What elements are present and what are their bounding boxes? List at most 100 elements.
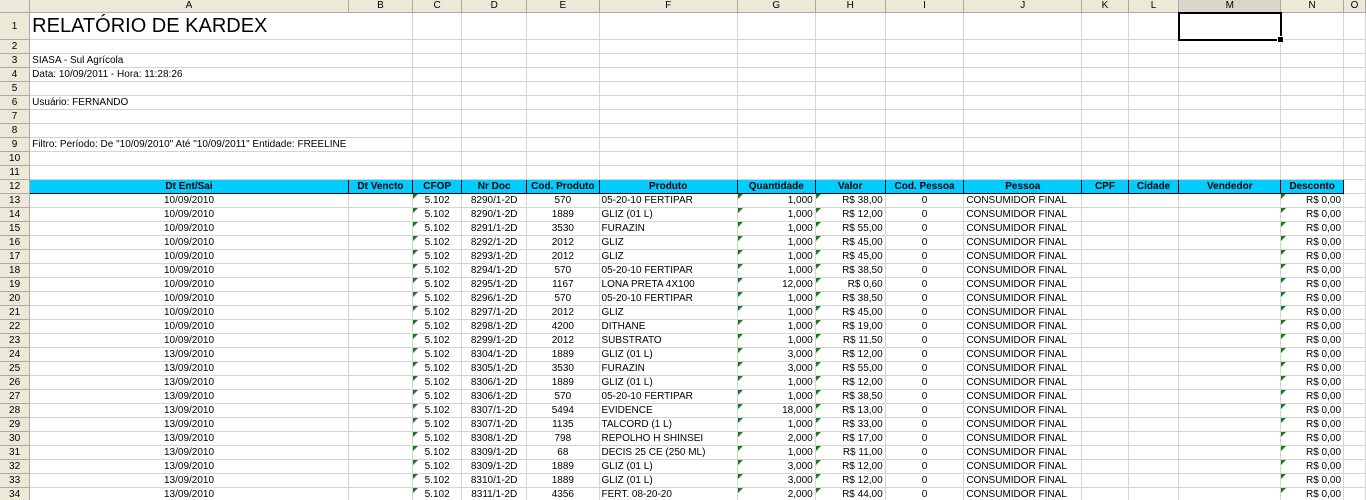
row-header-20[interactable]: 20 bbox=[0, 291, 31, 306]
row-header-19[interactable]: 19 bbox=[0, 277, 31, 292]
table-cell[interactable]: 0 bbox=[885, 361, 965, 376]
table-cell[interactable] bbox=[1081, 431, 1129, 446]
table-cell[interactable]: 13/09/2010 bbox=[29, 459, 349, 474]
empty-cell[interactable] bbox=[963, 123, 1083, 138]
table-cell[interactable]: 1,000 bbox=[737, 417, 816, 432]
empty-cell[interactable] bbox=[737, 137, 816, 152]
empty-cell[interactable] bbox=[963, 39, 1083, 54]
table-cell[interactable] bbox=[1081, 263, 1129, 278]
table-cell[interactable]: 8292/1-2D bbox=[461, 235, 528, 250]
table-cell[interactable]: 1,000 bbox=[737, 291, 816, 306]
table-cell[interactable] bbox=[348, 375, 414, 390]
column-title-quantidade[interactable]: Quantidade bbox=[736, 179, 816, 194]
empty-cell[interactable] bbox=[963, 151, 1083, 166]
column-header-f[interactable]: F bbox=[599, 0, 738, 13]
empty-cell[interactable] bbox=[1343, 12, 1366, 40]
table-cell[interactable]: CONSUMIDOR FINAL bbox=[963, 305, 1083, 320]
empty-cell[interactable] bbox=[737, 53, 816, 68]
table-cell[interactable]: CONSUMIDOR FINAL bbox=[963, 249, 1083, 264]
table-cell[interactable] bbox=[1081, 473, 1129, 488]
table-cell[interactable]: CONSUMIDOR FINAL bbox=[963, 445, 1083, 460]
column-header-o[interactable]: O bbox=[1343, 0, 1366, 13]
table-cell[interactable] bbox=[348, 487, 414, 500]
empty-cell[interactable] bbox=[1343, 333, 1366, 348]
table-cell[interactable] bbox=[1081, 235, 1129, 250]
table-cell[interactable]: 0 bbox=[885, 487, 965, 500]
table-cell[interactable]: 8307/1-2D bbox=[461, 417, 528, 432]
table-cell[interactable]: 10/09/2010 bbox=[29, 235, 349, 250]
row-header-34[interactable]: 34 bbox=[0, 487, 31, 500]
table-cell[interactable]: CONSUMIDOR FINAL bbox=[963, 473, 1083, 488]
table-cell[interactable]: CONSUMIDOR FINAL bbox=[963, 333, 1083, 348]
empty-cell[interactable] bbox=[1081, 109, 1129, 124]
row-header-5[interactable]: 5 bbox=[0, 81, 31, 96]
table-cell[interactable] bbox=[348, 361, 414, 376]
table-cell[interactable]: R$ 0,00 bbox=[1280, 431, 1345, 446]
table-cell[interactable]: 13/09/2010 bbox=[29, 361, 349, 376]
table-cell[interactable] bbox=[1081, 305, 1129, 320]
table-cell[interactable]: R$ 11,50 bbox=[815, 333, 886, 348]
empty-cell[interactable] bbox=[526, 67, 600, 82]
empty-cell[interactable] bbox=[348, 12, 414, 40]
report-title-cell[interactable]: RELATÓRIO DE KARDEX bbox=[29, 12, 349, 40]
table-cell[interactable]: 798 bbox=[526, 431, 600, 446]
table-cell[interactable]: 13/09/2010 bbox=[29, 431, 349, 446]
empty-cell[interactable] bbox=[1343, 123, 1366, 138]
empty-cell[interactable] bbox=[1178, 67, 1282, 82]
table-cell[interactable]: 8309/1-2D bbox=[461, 445, 528, 460]
table-cell[interactable]: FURAZIN bbox=[599, 221, 738, 236]
table-cell[interactable]: 0 bbox=[885, 277, 965, 292]
empty-cell[interactable] bbox=[599, 123, 738, 138]
table-cell[interactable]: 1,000 bbox=[737, 305, 816, 320]
table-cell[interactable]: GLIZ (01 L) bbox=[599, 207, 738, 222]
empty-cell[interactable] bbox=[963, 53, 1083, 68]
table-cell[interactable]: 0 bbox=[885, 333, 965, 348]
empty-cell[interactable] bbox=[1343, 361, 1366, 376]
table-cell[interactable]: 8304/1-2D bbox=[461, 347, 528, 362]
row-header-4[interactable]: 4 bbox=[0, 67, 31, 82]
table-cell[interactable] bbox=[1128, 361, 1180, 376]
table-cell[interactable]: 1,000 bbox=[737, 333, 816, 348]
table-cell[interactable] bbox=[348, 459, 414, 474]
empty-cell[interactable] bbox=[885, 39, 965, 54]
table-cell[interactable]: DECIS 25 CE (250 ML) bbox=[599, 445, 738, 460]
column-title-valor[interactable]: Valor bbox=[814, 179, 886, 194]
table-cell[interactable]: R$ 0,00 bbox=[1280, 333, 1345, 348]
row-header-30[interactable]: 30 bbox=[0, 431, 31, 446]
empty-cell[interactable] bbox=[461, 53, 528, 68]
table-cell[interactable]: 13/09/2010 bbox=[29, 445, 349, 460]
table-cell[interactable]: 10/09/2010 bbox=[29, 221, 349, 236]
empty-cell[interactable] bbox=[815, 123, 886, 138]
empty-cell[interactable] bbox=[963, 137, 1083, 152]
empty-cell[interactable] bbox=[885, 81, 965, 96]
empty-cell[interactable] bbox=[1081, 151, 1129, 166]
empty-cell[interactable] bbox=[815, 12, 886, 40]
table-cell[interactable]: 1,000 bbox=[737, 221, 816, 236]
table-cell[interactable] bbox=[1178, 291, 1282, 306]
table-cell[interactable]: 8290/1-2D bbox=[461, 193, 528, 208]
empty-cell[interactable] bbox=[963, 165, 1083, 180]
empty-cell[interactable] bbox=[1343, 277, 1366, 292]
table-cell[interactable]: R$ 45,00 bbox=[815, 249, 886, 264]
empty-cell[interactable] bbox=[1343, 375, 1366, 390]
table-cell[interactable]: 0 bbox=[885, 445, 965, 460]
empty-cell[interactable] bbox=[737, 151, 816, 166]
empty-cell[interactable] bbox=[1178, 123, 1282, 138]
empty-cell[interactable] bbox=[1343, 347, 1366, 362]
table-cell[interactable]: CONSUMIDOR FINAL bbox=[963, 193, 1083, 208]
empty-cell[interactable] bbox=[885, 12, 965, 40]
empty-cell[interactable] bbox=[1128, 12, 1180, 40]
empty-cell[interactable] bbox=[526, 137, 600, 152]
table-cell[interactable] bbox=[1178, 333, 1282, 348]
table-cell[interactable]: 18,000 bbox=[737, 403, 816, 418]
column-header-row[interactable]: ABCDEFGHIJKLMNO bbox=[0, 0, 1366, 13]
table-cell[interactable]: 5.102 bbox=[412, 235, 463, 250]
table-cell[interactable] bbox=[1178, 473, 1282, 488]
empty-cell[interactable] bbox=[1343, 417, 1366, 432]
table-cell[interactable]: EVIDENCE bbox=[599, 403, 738, 418]
empty-cell[interactable] bbox=[1343, 249, 1366, 264]
table-cell[interactable]: R$ 38,50 bbox=[815, 291, 886, 306]
table-cell[interactable]: TALCORD (1 L) bbox=[599, 417, 738, 432]
table-cell[interactable]: 8297/1-2D bbox=[461, 305, 528, 320]
empty-cell[interactable] bbox=[885, 109, 965, 124]
